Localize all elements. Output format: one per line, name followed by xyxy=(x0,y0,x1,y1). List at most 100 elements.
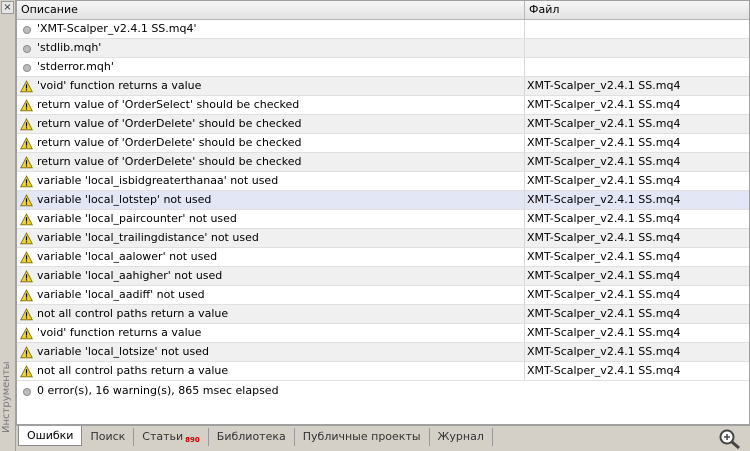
message-description-cell: variable 'local_trailingdistance' not us… xyxy=(17,229,525,247)
message-description-cell: variable 'local_aahigher' not used xyxy=(17,267,525,285)
summary-text: 0 error(s), 16 warning(s), 865 msec elap… xyxy=(37,384,279,397)
message-file-cell: XMT-Scalper_v2.4.1 SS.mq4 xyxy=(527,155,681,168)
message-file-cell: XMT-Scalper_v2.4.1 SS.mq4 xyxy=(527,345,681,358)
tab-label: Ошибки xyxy=(27,429,74,442)
message-file-cell: XMT-Scalper_v2.4.1 SS.mq4 xyxy=(527,174,681,187)
articles-count-badge: 890 xyxy=(185,436,200,444)
message-description-cell: variable 'local_aadiff' not used xyxy=(17,286,525,304)
tab-label: Публичные проекты xyxy=(302,430,421,443)
message-text: 'XMT-Scalper_v2.4.1 SS.mq4' xyxy=(37,22,197,35)
message-row[interactable]: 'void' function returns a value XMT-Scalp… xyxy=(17,77,749,96)
message-text: variable 'local_lotsize' not used xyxy=(37,345,209,358)
message-file-cell: XMT-Scalper_v2.4.1 SS.mq4 xyxy=(527,307,681,320)
message-row[interactable]: variable 'local_lotsize' not used XMT-Sca… xyxy=(17,343,749,362)
message-description-cell: not all control paths return a value xyxy=(17,362,525,380)
message-description-cell: variable 'local_aalower' not used xyxy=(17,248,525,266)
warning-triangle-icon xyxy=(20,174,33,187)
message-row[interactable]: variable 'local_aadiff' not used XMT-Scal… xyxy=(17,286,749,305)
message-text: variable 'local_lotstep' not used xyxy=(37,193,212,206)
message-row[interactable]: 'XMT-Scalper_v2.4.1 SS.mq4' xyxy=(17,20,749,39)
zoom-magnifier-icon[interactable] xyxy=(718,428,742,450)
warning-triangle-icon xyxy=(20,136,33,149)
tab-label: Библиотека xyxy=(216,430,286,443)
warning-triangle-icon xyxy=(20,345,33,358)
tab-5[interactable]: Журнал xyxy=(430,428,493,446)
message-text: return value of 'OrderDelete' should be … xyxy=(37,117,302,130)
message-file-cell: XMT-Scalper_v2.4.1 SS.mq4 xyxy=(527,364,681,377)
tab-2[interactable]: Статьи 890 xyxy=(134,428,209,446)
warning-triangle-icon xyxy=(20,307,33,320)
column-header-file[interactable]: Файл xyxy=(525,1,749,19)
message-text: variable 'local_aahigher' not used xyxy=(37,269,223,282)
message-description-cell: variable 'local_lotsize' not used xyxy=(17,343,525,361)
message-text: variable 'local_aalower' not used xyxy=(37,250,218,263)
message-file-cell: XMT-Scalper_v2.4.1 SS.mq4 xyxy=(527,269,681,282)
message-row[interactable]: variable 'local_isbidgreaterthanaa' not … xyxy=(17,172,749,191)
message-row[interactable]: 'stderror.mqh' xyxy=(17,58,749,77)
message-text: variable 'local_isbidgreaterthanaa' not … xyxy=(37,174,279,187)
message-file-cell: XMT-Scalper_v2.4.1 SS.mq4 xyxy=(527,288,681,301)
tab-label: Статьи xyxy=(142,430,184,443)
message-description-cell: 'void' function returns a value xyxy=(17,77,525,95)
info-dot-icon xyxy=(23,64,31,72)
tab-0[interactable]: Ошибки xyxy=(18,426,83,446)
message-text: 'stdlib.mqh' xyxy=(37,41,102,54)
tab-1[interactable]: Поиск xyxy=(82,428,135,446)
message-text: variable 'local_aadiff' not used xyxy=(37,288,205,301)
message-description-cell: return value of 'OrderDelete' should be … xyxy=(17,115,525,133)
message-row[interactable]: variable 'local_aahigher' not used XMT-Sc… xyxy=(17,267,749,286)
message-text: variable 'local_trailingdistance' not us… xyxy=(37,231,259,244)
warning-triangle-icon xyxy=(20,79,33,92)
message-row[interactable]: variable 'local_aalower' not used XMT-Sca… xyxy=(17,248,749,267)
message-file-cell: XMT-Scalper_v2.4.1 SS.mq4 xyxy=(527,117,681,130)
message-row[interactable]: return value of 'OrderSelect' should be … xyxy=(17,96,749,115)
message-description-cell: variable 'local_lotstep' not used xyxy=(17,191,525,209)
tab-label: Журнал xyxy=(437,430,484,443)
message-row[interactable]: 'void' function returns a value XMT-Scalp… xyxy=(17,324,749,343)
message-row[interactable]: return value of 'OrderDelete' should be … xyxy=(17,115,749,134)
message-row[interactable]: variable 'local_paircounter' not used XMT… xyxy=(17,210,749,229)
tab-label: Поиск xyxy=(90,430,126,443)
message-file-cell xyxy=(525,58,749,76)
message-description-cell: return value of 'OrderDelete' should be … xyxy=(17,134,525,152)
toolbox-side-strip: × Инструменты xyxy=(0,0,16,451)
message-row[interactable]: variable 'local_lotstep' not used XMT-Sca… xyxy=(17,191,749,210)
message-text: variable 'local_paircounter' not used xyxy=(37,212,237,225)
message-row[interactable]: return value of 'OrderDelete' should be … xyxy=(17,134,749,153)
warning-triangle-icon xyxy=(20,98,33,111)
message-file-cell: XMT-Scalper_v2.4.1 SS.mq4 xyxy=(527,326,681,339)
message-file-cell: XMT-Scalper_v2.4.1 SS.mq4 xyxy=(527,250,681,263)
message-row[interactable]: return value of 'OrderDelete' should be … xyxy=(17,153,749,172)
message-file-cell: XMT-Scalper_v2.4.1 SS.mq4 xyxy=(527,136,681,149)
warning-triangle-icon xyxy=(20,364,33,377)
message-description-cell: return value of 'OrderDelete' should be … xyxy=(17,153,525,171)
warning-triangle-icon xyxy=(20,193,33,206)
message-text: not all control paths return a value xyxy=(37,364,229,377)
warning-triangle-icon xyxy=(20,212,33,225)
message-row[interactable]: not all control paths return a value XMT-… xyxy=(17,362,749,381)
message-description-cell: return value of 'OrderSelect' should be … xyxy=(17,96,525,114)
warning-triangle-icon xyxy=(20,269,33,282)
message-text: return value of 'OrderDelete' should be … xyxy=(37,155,302,168)
warning-triangle-icon xyxy=(20,155,33,168)
tab-4[interactable]: Публичные проекты xyxy=(295,428,430,446)
info-dot-icon xyxy=(23,45,31,53)
errors-panel: Описание Файл 'XMT-Scalper_v2.4.1 SS.mq4… xyxy=(16,0,750,425)
message-list: 'XMT-Scalper_v2.4.1 SS.mq4' 'stdlib.mqh' '… xyxy=(17,20,749,381)
message-file-cell: XMT-Scalper_v2.4.1 SS.mq4 xyxy=(527,79,681,92)
message-row[interactable]: 'stdlib.mqh' xyxy=(17,39,749,58)
toolbox-title: Инструменты xyxy=(1,361,12,433)
message-description-cell: not all control paths return a value xyxy=(17,305,525,323)
message-file-cell: XMT-Scalper_v2.4.1 SS.mq4 xyxy=(527,193,681,206)
message-text: return value of 'OrderSelect' should be … xyxy=(37,98,300,111)
message-row[interactable]: variable 'local_trailingdistance' not us… xyxy=(17,229,749,248)
message-row[interactable]: not all control paths return a value XMT-… xyxy=(17,305,749,324)
column-header-description[interactable]: Описание xyxy=(17,1,525,19)
message-file-cell: XMT-Scalper_v2.4.1 SS.mq4 xyxy=(527,98,681,111)
message-file-cell xyxy=(525,39,749,57)
tab-3[interactable]: Библиотека xyxy=(209,428,295,446)
message-text: return value of 'OrderDelete' should be … xyxy=(37,136,302,149)
close-icon[interactable]: × xyxy=(1,1,14,14)
summary-row[interactable]: 0 error(s), 16 warning(s), 865 msec elap… xyxy=(17,381,749,400)
tab-bar: Ошибки Поиск Статьи 890 Библиотека Публичные … xyxy=(16,425,750,451)
